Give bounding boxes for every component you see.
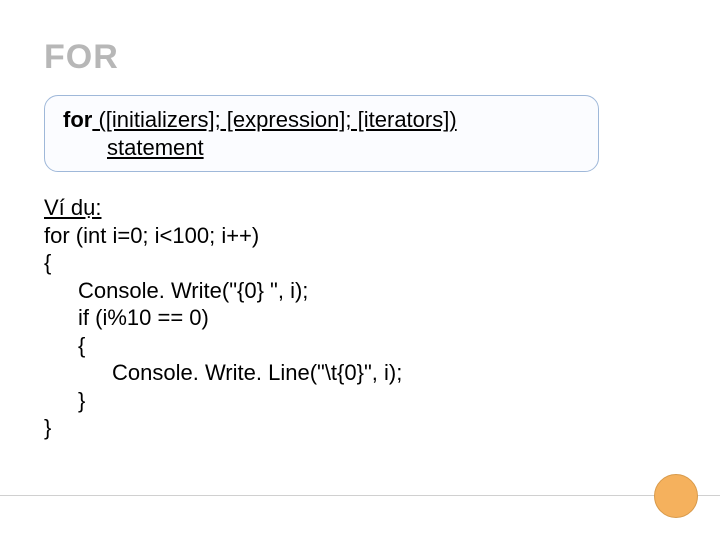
code-line-open2: { — [44, 332, 676, 360]
divider-line — [0, 495, 720, 496]
decorative-circle-icon — [654, 474, 698, 518]
code-line-close2: } — [44, 387, 676, 415]
code-line-for: for (int i=0; i<100; i++) — [44, 222, 676, 250]
slide: FOR for ([initializers]; [expression]; [… — [0, 0, 720, 540]
code-line-write: Console. Write("{0} ", i); — [44, 277, 676, 305]
syntax-statement: statement — [63, 134, 580, 162]
code-line-open1: { — [44, 249, 676, 277]
syntax-line-1: for ([initializers]; [expression]; [iter… — [63, 106, 580, 134]
code-line-if: if (i%10 == 0) — [44, 304, 676, 332]
syntax-rest: ([initializers]; [expression]; [iterator… — [92, 107, 456, 132]
syntax-box: for ([initializers]; [expression]; [iter… — [44, 95, 599, 172]
example-block: Ví dụ: for (int i=0; i<100; i++) { Conso… — [44, 194, 676, 442]
example-label: Ví dụ: — [44, 194, 676, 222]
syntax-keyword: for — [63, 107, 92, 132]
code-line-writeline: Console. Write. Line("\t{0}", i); — [44, 359, 676, 387]
code-line-close1: } — [44, 414, 676, 442]
slide-title: FOR — [44, 38, 676, 77]
